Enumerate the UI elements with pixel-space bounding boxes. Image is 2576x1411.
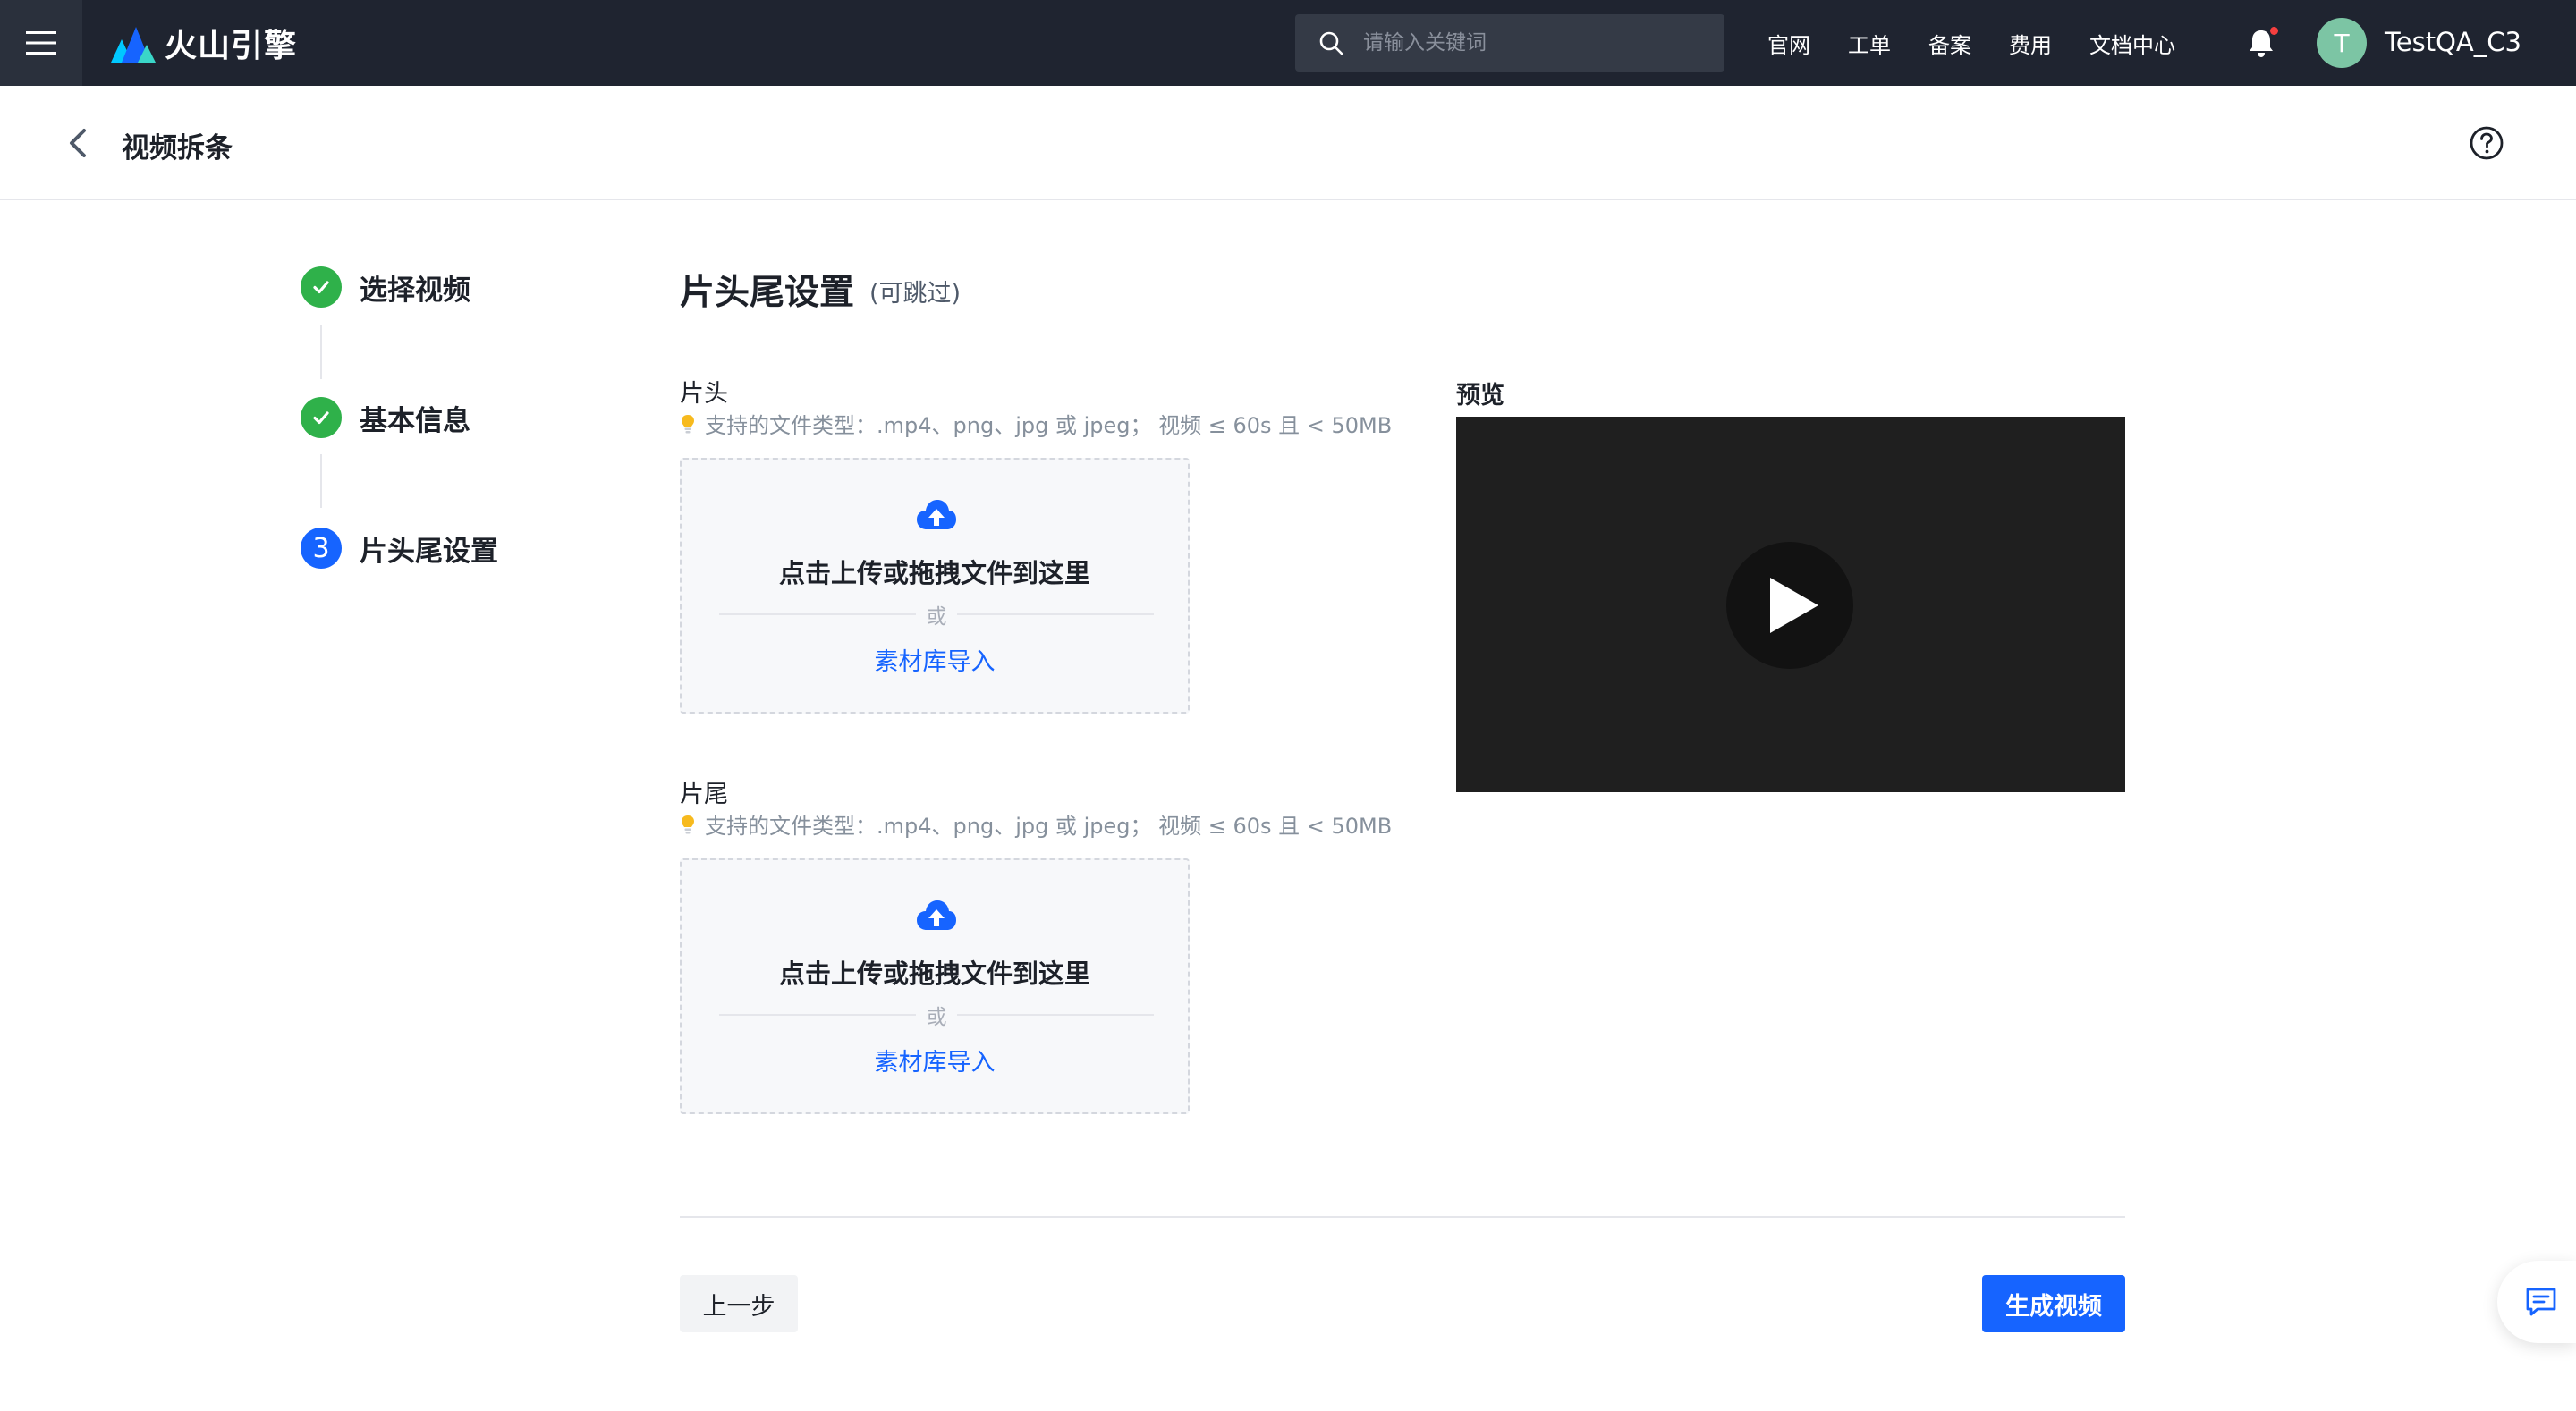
- search-input[interactable]: [1363, 31, 1703, 55]
- generate-video-button[interactable]: 生成视频: [1982, 1275, 2125, 1332]
- play-icon: [1770, 578, 1818, 633]
- play-button[interactable]: [1726, 542, 1853, 669]
- feedback-icon: [2526, 1288, 2556, 1316]
- feedback-button[interactable]: [2497, 1261, 2576, 1343]
- help-circle-icon[interactable]: [2469, 125, 2504, 161]
- lightbulb-icon: [682, 414, 694, 433]
- step-head-tail-settings[interactable]: 3 片头尾设置: [301, 528, 498, 569]
- step-connector: [320, 454, 322, 508]
- check-icon: [313, 411, 329, 425]
- lightbulb-icon: [682, 815, 694, 833]
- search-box[interactable]: [1295, 14, 1724, 72]
- username[interactable]: TestQA_C3: [2385, 27, 2521, 57]
- library-import-link[interactable]: 素材库导入: [682, 1043, 1188, 1077]
- library-import-link[interactable]: 素材库导入: [682, 642, 1188, 677]
- nav-link-docs[interactable]: 文档中心: [2089, 28, 2175, 59]
- head-upload-dropzone[interactable]: 点击上传或拖拽文件到这里 或 素材库导入: [680, 458, 1190, 714]
- step-done-badge: [301, 266, 342, 308]
- step-select-video[interactable]: 选择视频: [301, 266, 470, 308]
- chevron-left-icon[interactable]: [63, 127, 95, 159]
- brand-logo[interactable]: 火山引擎: [109, 20, 297, 66]
- upload-instructions: 点击上传或拖拽文件到这里: [778, 558, 1090, 588]
- step-connector: [320, 325, 322, 379]
- or-text: 或: [916, 599, 957, 629]
- step-number-badge: 3: [301, 528, 342, 569]
- head-hint: 支持的文件类型：.mp4、png、jpg 或 jpeg； 视频 ≤ 60s 且 …: [680, 408, 1392, 439]
- section-subtitle: (可跳过): [869, 280, 962, 308]
- video-preview[interactable]: [1456, 417, 2125, 792]
- brand-name: 火山引擎: [165, 28, 298, 64]
- or-text: 或: [916, 1000, 957, 1030]
- footer-divider: [680, 1216, 2125, 1218]
- tail-label: 片尾: [680, 781, 728, 808]
- search-icon: [1319, 31, 1343, 55]
- nav-link-tickets[interactable]: 工单: [1848, 28, 1891, 59]
- check-icon: [313, 281, 329, 294]
- tail-hint-text: 支持的文件类型：.mp4、png、jpg 或 jpeg； 视频 ≤ 60s 且 …: [705, 814, 1393, 839]
- nav-link-billing[interactable]: 费用: [2009, 28, 2052, 59]
- top-navbar: 火山引擎 官网 工单 备案 费用 文档中心 T TestQA_C3: [0, 0, 2576, 86]
- nav-link-official-site[interactable]: 官网: [1767, 28, 1810, 59]
- preview-label: 预览: [1456, 382, 1504, 410]
- section-title: 片头尾设置: [680, 273, 855, 313]
- upload-instructions: 点击上传或拖拽文件到这里: [778, 959, 1090, 989]
- nav-link-filing[interactable]: 备案: [1928, 28, 1971, 59]
- menu-icon: [26, 31, 56, 55]
- previous-step-button[interactable]: 上一步: [680, 1275, 798, 1332]
- step-label: 选择视频: [360, 274, 470, 307]
- notification-dot: [2270, 27, 2278, 35]
- head-label: 片头: [680, 380, 728, 408]
- cloud-upload-icon: [917, 500, 956, 529]
- page-header: 视频拆条: [0, 86, 2576, 200]
- step-label: 基本信息: [360, 404, 470, 437]
- page-title: 视频拆条: [122, 132, 233, 165]
- volcano-logo-icon: [111, 27, 156, 63]
- cloud-upload-icon: [917, 900, 956, 930]
- user-avatar[interactable]: T: [2317, 18, 2367, 68]
- step-label: 片头尾设置: [360, 535, 498, 568]
- tail-upload-dropzone[interactable]: 点击上传或拖拽文件到这里 或 素材库导入: [680, 858, 1190, 1114]
- head-hint-text: 支持的文件类型：.mp4、png、jpg 或 jpeg； 视频 ≤ 60s 且 …: [705, 413, 1393, 438]
- tail-hint: 支持的文件类型：.mp4、png、jpg 或 jpeg； 视频 ≤ 60s 且 …: [680, 808, 1392, 840]
- step-done-badge: [301, 397, 342, 438]
- menu-button[interactable]: [0, 0, 82, 86]
- step-basic-info[interactable]: 基本信息: [301, 397, 470, 438]
- top-nav-links: 官网 工单 备案 费用 文档中心: [1767, 0, 2213, 86]
